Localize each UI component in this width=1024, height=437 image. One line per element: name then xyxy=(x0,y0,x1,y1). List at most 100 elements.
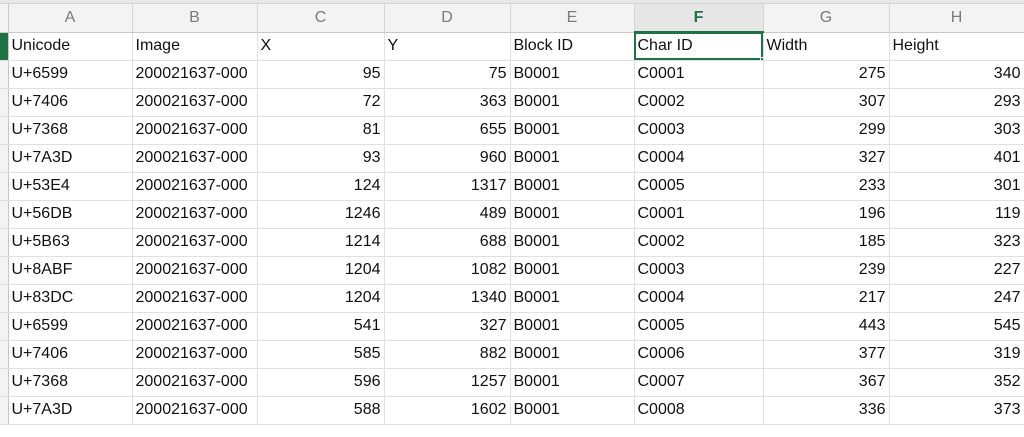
cell-g5[interactable]: 327 xyxy=(763,144,890,173)
cell-b12[interactable]: 200021637-000 xyxy=(132,340,258,369)
cell-b13[interactable]: 200021637-000 xyxy=(132,368,258,397)
cell-d4[interactable]: 655 xyxy=(384,116,511,145)
cell-h13[interactable]: 352 xyxy=(889,368,1024,397)
cell-g2[interactable]: 275 xyxy=(763,60,890,89)
cell-f1-selected[interactable]: Char ID xyxy=(634,32,764,61)
select-all-corner[interactable] xyxy=(0,4,9,33)
cell-e3[interactable]: B0001 xyxy=(510,88,635,117)
cell-h2[interactable]: 340 xyxy=(889,60,1024,89)
cell-f5[interactable]: C0004 xyxy=(634,144,764,173)
cell-g6[interactable]: 233 xyxy=(763,172,890,201)
column-header-a[interactable]: A xyxy=(8,4,133,33)
cell-d7[interactable]: 489 xyxy=(384,200,511,229)
row-header-2[interactable] xyxy=(0,60,9,89)
cell-d12[interactable]: 882 xyxy=(384,340,511,369)
cell-c3[interactable]: 72 xyxy=(257,88,385,117)
cell-a11[interactable]: U+6599 xyxy=(8,312,133,341)
row-header-8[interactable] xyxy=(0,228,9,257)
cell-g14[interactable]: 336 xyxy=(763,396,890,425)
cell-c9[interactable]: 1204 xyxy=(257,256,385,285)
cell-h11[interactable]: 545 xyxy=(889,312,1024,341)
cell-a3[interactable]: U+7406 xyxy=(8,88,133,117)
row-header-10[interactable] xyxy=(0,284,9,313)
cell-e13[interactable]: B0001 xyxy=(510,368,635,397)
cell-h5[interactable]: 401 xyxy=(889,144,1024,173)
cell-h7[interactable]: 119 xyxy=(889,200,1024,229)
cell-g11[interactable]: 443 xyxy=(763,312,890,341)
cell-b3[interactable]: 200021637-000 xyxy=(132,88,258,117)
cell-a1[interactable]: Unicode xyxy=(8,32,133,61)
cell-e9[interactable]: B0001 xyxy=(510,256,635,285)
cell-b8[interactable]: 200021637-000 xyxy=(132,228,258,257)
column-header-h[interactable]: H xyxy=(889,4,1024,33)
cell-e10[interactable]: B0001 xyxy=(510,284,635,313)
cell-a5[interactable]: U+7A3D xyxy=(8,144,133,173)
cell-b11[interactable]: 200021637-000 xyxy=(132,312,258,341)
row-header-7[interactable] xyxy=(0,200,9,229)
cell-d3[interactable]: 363 xyxy=(384,88,511,117)
cell-f3[interactable]: C0002 xyxy=(634,88,764,117)
cell-d11[interactable]: 327 xyxy=(384,312,511,341)
cell-b1[interactable]: Image xyxy=(132,32,258,61)
cell-d10[interactable]: 1340 xyxy=(384,284,511,313)
cell-e4[interactable]: B0001 xyxy=(510,116,635,145)
column-header-b[interactable]: B xyxy=(132,4,258,33)
cell-g3[interactable]: 307 xyxy=(763,88,890,117)
row-header-5[interactable] xyxy=(0,144,9,173)
cell-f6[interactable]: C0005 xyxy=(634,172,764,201)
cell-d14[interactable]: 1602 xyxy=(384,396,511,425)
cell-b7[interactable]: 200021637-000 xyxy=(132,200,258,229)
row-header-6[interactable] xyxy=(0,172,9,201)
cell-f13[interactable]: C0007 xyxy=(634,368,764,397)
cell-a7[interactable]: U+56DB xyxy=(8,200,133,229)
cell-h8[interactable]: 323 xyxy=(889,228,1024,257)
cell-h14[interactable]: 373 xyxy=(889,396,1024,425)
cell-c12[interactable]: 585 xyxy=(257,340,385,369)
cell-b9[interactable]: 200021637-000 xyxy=(132,256,258,285)
cell-e12[interactable]: B0001 xyxy=(510,340,635,369)
cell-g4[interactable]: 299 xyxy=(763,116,890,145)
cell-a13[interactable]: U+7368 xyxy=(8,368,133,397)
cell-c2[interactable]: 95 xyxy=(257,60,385,89)
column-header-d[interactable]: D xyxy=(384,4,511,33)
cell-d1[interactable]: Y xyxy=(384,32,511,61)
cell-e5[interactable]: B0001 xyxy=(510,144,635,173)
cell-g1[interactable]: Width xyxy=(763,32,890,61)
cell-e6[interactable]: B0001 xyxy=(510,172,635,201)
cell-h12[interactable]: 319 xyxy=(889,340,1024,369)
cell-b10[interactable]: 200021637-000 xyxy=(132,284,258,313)
cell-h1[interactable]: Height xyxy=(889,32,1024,61)
cell-f11[interactable]: C0005 xyxy=(634,312,764,341)
cell-c5[interactable]: 93 xyxy=(257,144,385,173)
cell-f2[interactable]: C0001 xyxy=(634,60,764,89)
cell-a8[interactable]: U+5B63 xyxy=(8,228,133,257)
cell-b5[interactable]: 200021637-000 xyxy=(132,144,258,173)
cell-c6[interactable]: 124 xyxy=(257,172,385,201)
column-header-g[interactable]: G xyxy=(763,4,890,33)
cell-d13[interactable]: 1257 xyxy=(384,368,511,397)
cell-f12[interactable]: C0006 xyxy=(634,340,764,369)
cell-f8[interactable]: C0002 xyxy=(634,228,764,257)
cell-e2[interactable]: B0001 xyxy=(510,60,635,89)
cell-h6[interactable]: 301 xyxy=(889,172,1024,201)
cell-g10[interactable]: 217 xyxy=(763,284,890,313)
row-header-13[interactable] xyxy=(0,368,9,397)
cell-b6[interactable]: 200021637-000 xyxy=(132,172,258,201)
cell-e11[interactable]: B0001 xyxy=(510,312,635,341)
fill-handle[interactable] xyxy=(759,56,762,59)
cell-a4[interactable]: U+7368 xyxy=(8,116,133,145)
cell-b2[interactable]: 200021637-000 xyxy=(132,60,258,89)
cell-g9[interactable]: 239 xyxy=(763,256,890,285)
row-header-11[interactable] xyxy=(0,312,9,341)
row-header-9[interactable] xyxy=(0,256,9,285)
cell-c13[interactable]: 596 xyxy=(257,368,385,397)
cell-a12[interactable]: U+7406 xyxy=(8,340,133,369)
cell-a14[interactable]: U+7A3D xyxy=(8,396,133,425)
cell-d5[interactable]: 960 xyxy=(384,144,511,173)
cell-h10[interactable]: 247 xyxy=(889,284,1024,313)
row-header-12[interactable] xyxy=(0,340,9,369)
row-header-4[interactable] xyxy=(0,116,9,145)
cell-c14[interactable]: 588 xyxy=(257,396,385,425)
column-header-f[interactable]: F xyxy=(634,4,764,33)
cell-h4[interactable]: 303 xyxy=(889,116,1024,145)
